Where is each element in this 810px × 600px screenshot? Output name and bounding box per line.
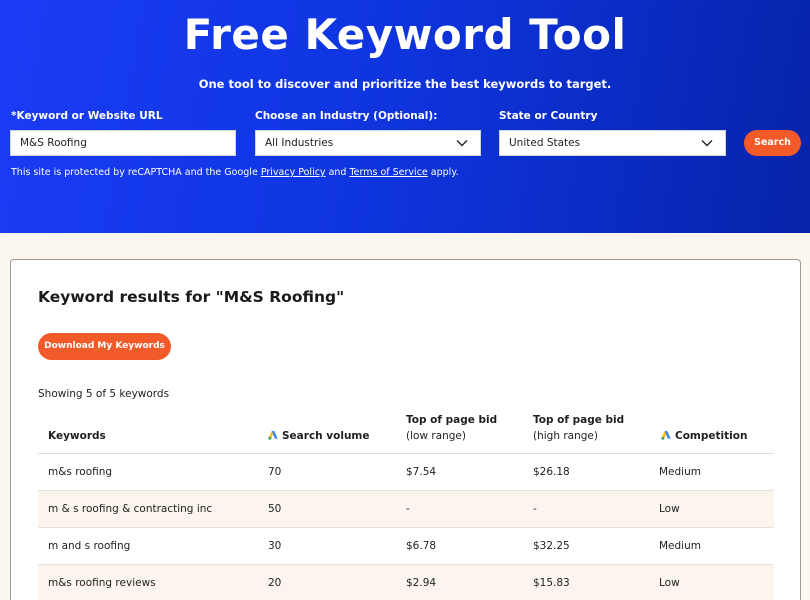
hero-banner: Free Keyword Tool One tool to discover a…: [0, 0, 810, 233]
recaptcha-prefix: This site is protected by reCAPTCHA and …: [11, 167, 261, 178]
page-title: Free Keyword Tool: [183, 10, 627, 59]
cell-competition: Medium: [659, 466, 701, 478]
google-ads-icon: [661, 431, 671, 440]
location-field-label: State or Country: [499, 110, 598, 122]
location-select-value: United States: [509, 137, 581, 149]
cell-keyword: m&s roofing: [48, 466, 113, 478]
column-header-search-volume[interactable]: Search volume: [268, 428, 370, 444]
table-row: m&s roofing reviews 20 $2.94 $15.83 Low: [38, 565, 774, 600]
recaptcha-notice: This site is protected by reCAPTCHA and …: [11, 167, 459, 178]
cell-bid-high: $15.83: [533, 577, 570, 589]
column-header-keywords-label: Keywords: [48, 430, 106, 442]
cell-bid-low: $6.78: [406, 540, 437, 552]
column-header-keywords[interactable]: Keywords: [48, 428, 106, 444]
chevron-down-icon: [701, 140, 713, 147]
recaptcha-suffix: apply.: [427, 167, 459, 178]
industry-select-value: All Industries: [265, 137, 334, 149]
industry-select[interactable]: All Industries: [255, 130, 481, 156]
cell-volume: 70: [268, 466, 282, 478]
privacy-policy-link[interactable]: Privacy Policy: [261, 167, 326, 178]
cell-keyword: m&s roofing reviews: [48, 577, 156, 589]
table-row: m & s roofing & contracting inc 50 - - L…: [38, 491, 774, 528]
terms-of-service-link[interactable]: Terms of Service: [349, 167, 427, 178]
industry-field-label: Choose an Industry (Optional):: [255, 110, 438, 122]
cell-bid-high: -: [533, 503, 537, 515]
column-header-bid-high-line2: (high range): [533, 430, 598, 442]
cell-volume: 20: [268, 577, 282, 589]
cell-bid-low: $7.54: [406, 466, 437, 478]
download-keywords-button[interactable]: Download My Keywords: [38, 333, 171, 360]
results-title: Keyword results for "M&S Roofing": [38, 288, 345, 306]
cell-competition: Medium: [659, 540, 701, 552]
cell-bid-low: -: [406, 503, 410, 515]
results-count: Showing 5 of 5 keywords: [38, 388, 170, 400]
cell-competition: Low: [659, 577, 680, 589]
column-header-competition-label: Competition: [675, 430, 748, 442]
column-header-competition[interactable]: Competition: [661, 428, 747, 444]
cell-volume: 50: [268, 503, 282, 515]
cell-volume: 30: [268, 540, 282, 552]
cell-keyword: m and s roofing: [48, 540, 131, 552]
search-button[interactable]: Search: [744, 130, 801, 156]
google-ads-icon: [268, 431, 278, 440]
results-card: Keyword results for "M&S Roofing" Downlo…: [10, 259, 801, 600]
cell-bid-low: $2.94: [406, 577, 437, 589]
cell-bid-high: $32.25: [533, 540, 570, 552]
cell-competition: Low: [659, 503, 680, 515]
keyword-input[interactable]: M&S Roofing: [10, 130, 236, 156]
page-subtitle: One tool to discover and prioritize the …: [198, 77, 612, 91]
column-header-bid-high[interactable]: Top of page bid (high range): [533, 412, 624, 444]
keyword-field-label: *Keyword or Website URL: [11, 110, 163, 122]
location-select[interactable]: United States: [499, 130, 726, 156]
chevron-down-icon: [456, 140, 468, 147]
column-header-bid-low[interactable]: Top of page bid (low range): [406, 412, 497, 444]
column-header-search-volume-label: Search volume: [282, 430, 370, 442]
column-header-bid-low-line1: Top of page bid: [406, 414, 498, 426]
cell-bid-high: $26.18: [533, 466, 570, 478]
table-row: m&s roofing 70 $7.54 $26.18 Medium: [38, 454, 774, 491]
recaptcha-middle: and: [325, 167, 350, 178]
cell-keyword: m & s roofing & contracting inc: [48, 503, 213, 515]
table-row: m and s roofing 30 $6.78 $32.25 Medium: [38, 528, 774, 565]
column-header-bid-high-line1: Top of page bid: [533, 414, 625, 426]
column-header-bid-low-line2: (low range): [406, 430, 466, 442]
